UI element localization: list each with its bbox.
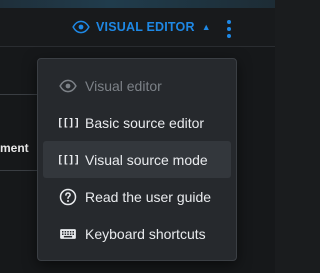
caret-up-icon: ▲ (201, 22, 211, 32)
background-field-label: ment (0, 141, 29, 155)
menu-item-label: Basic source editor (85, 114, 205, 131)
menu-item-visual-editor: Visual editor (43, 67, 231, 104)
keyboard-icon (59, 225, 77, 243)
eye-icon (72, 20, 90, 34)
menu-item-user-guide[interactable]: Read the user guide (43, 178, 231, 215)
top-banner-strip (0, 0, 275, 8)
menu-item-label: Keyboard shortcuts (85, 225, 206, 242)
editor-mode-toggle[interactable]: VISUAL EDITOR ▲ (72, 16, 211, 38)
more-options-icon[interactable] (216, 16, 242, 42)
editor-toolbar: VISUAL EDITOR ▲ (0, 8, 275, 47)
menu-item-basic-source-editor[interactable]: [[]] Basic source editor (43, 104, 231, 141)
menu-item-label: Read the user guide (85, 188, 212, 205)
brackets-icon: [[]] (56, 153, 81, 166)
menu-item-label: Visual source mode (85, 151, 208, 168)
menu-item-visual-source-mode[interactable]: [[]] Visual source mode (43, 141, 231, 178)
divider (0, 170, 38, 171)
editor-mode-menu: Visual editor [[]] Basic source editor [… (37, 58, 237, 261)
editor-mode-label: VISUAL EDITOR (96, 20, 195, 34)
eye-icon (59, 77, 77, 95)
brackets-icon: [[]] (56, 116, 81, 129)
divider (0, 94, 38, 95)
help-circle-icon (59, 188, 77, 206)
menu-item-keyboard-shortcuts[interactable]: Keyboard shortcuts (43, 215, 231, 252)
menu-item-label: Visual editor (85, 77, 162, 94)
